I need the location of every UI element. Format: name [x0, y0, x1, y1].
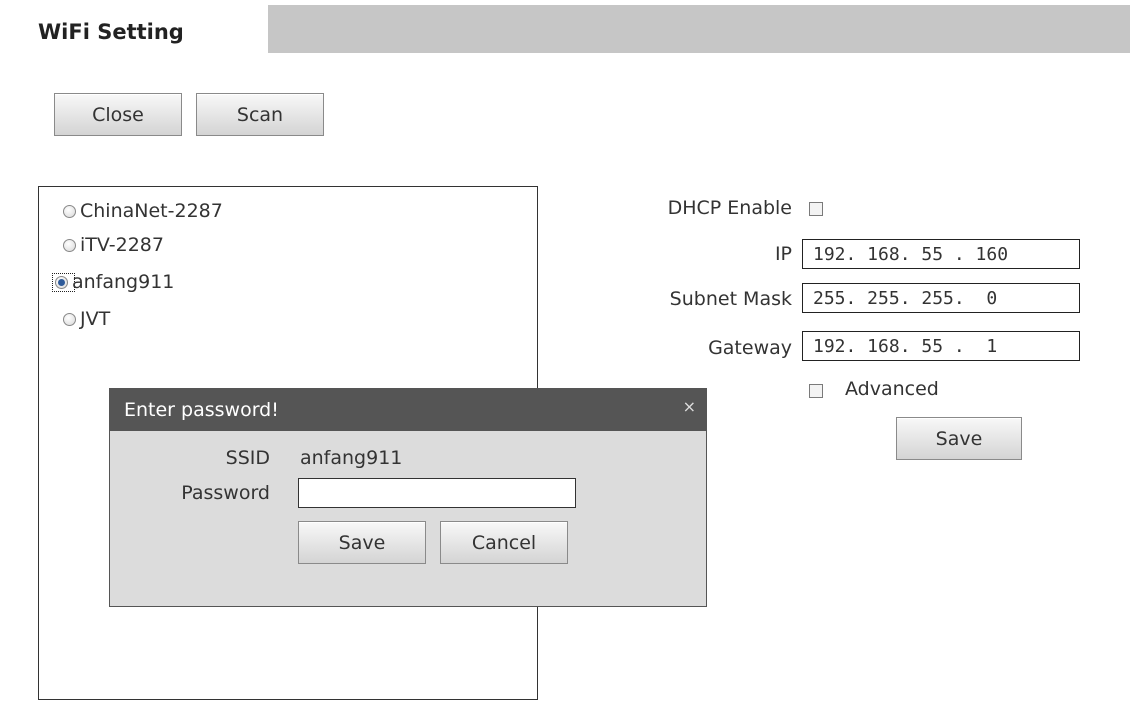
focus-ring	[52, 272, 75, 292]
dialog-header: Enter password! ×	[110, 389, 706, 431]
ssid-item-anfang911[interactable]: anfang911	[52, 270, 175, 294]
close-icon[interactable]: ×	[683, 397, 696, 416]
dhcp-checkbox[interactable]	[809, 202, 823, 216]
password-input[interactable]	[298, 478, 576, 508]
page-title: WiFi Setting	[38, 20, 184, 44]
ssid-value: anfang911	[300, 447, 403, 469]
ssid-item-jvt[interactable]: JVT	[63, 307, 110, 331]
radio-icon[interactable]	[63, 204, 76, 218]
ssid-item-itv-2287[interactable]: iTV-2287	[63, 233, 164, 257]
title-bar	[268, 5, 1130, 53]
dialog-title: Enter password!	[124, 399, 279, 421]
ssid-label: JVT	[80, 308, 111, 330]
ip-field[interactable]: 192. 168. 55 . 160	[802, 239, 1080, 269]
subnet-mask-label: Subnet Mask	[669, 288, 792, 310]
advanced-checkbox[interactable]	[809, 384, 823, 398]
save-settings-button[interactable]: Save	[896, 417, 1022, 460]
password-label: Password	[181, 482, 270, 504]
dialog-save-button[interactable]: Save	[298, 521, 426, 564]
scan-button[interactable]: Scan	[196, 93, 324, 136]
radio-icon[interactable]	[63, 238, 76, 252]
gateway-field[interactable]: 192. 168. 55 . 1	[802, 331, 1080, 361]
radio-icon[interactable]	[63, 312, 76, 326]
advanced-label: Advanced	[845, 378, 939, 400]
dhcp-label: DHCP Enable	[667, 197, 792, 219]
radio-selected-icon[interactable]	[55, 275, 68, 289]
ssid-label: ChinaNet-2287	[80, 200, 223, 222]
ssid-field-label: SSID	[225, 447, 270, 469]
ip-label: IP	[774, 243, 792, 265]
close-button[interactable]: Close	[54, 93, 182, 136]
ssid-label: anfang911	[72, 271, 175, 293]
ssid-label: iTV-2287	[80, 234, 164, 256]
gateway-label: Gateway	[708, 337, 792, 359]
password-dialog: Enter password! × SSID anfang911 Passwor…	[109, 388, 707, 607]
dialog-cancel-button[interactable]: Cancel	[440, 521, 568, 564]
subnet-mask-field[interactable]: 255. 255. 255. 0	[802, 283, 1080, 313]
ssid-item-chinanet-2287[interactable]: ChinaNet-2287	[63, 199, 223, 223]
